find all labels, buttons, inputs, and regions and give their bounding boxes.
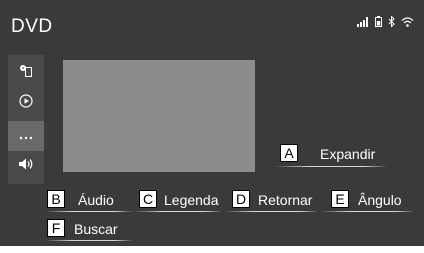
subtitle-button-underline — [136, 211, 222, 212]
battery-icon — [375, 14, 382, 32]
volume-icon — [18, 157, 34, 176]
more-button[interactable] — [8, 121, 44, 151]
page-title: DVD — [11, 16, 53, 37]
dvd-screen: DVD A Expandir B Áudio C Legenda D Retor… — [0, 0, 424, 253]
disc-source-icon — [19, 64, 33, 83]
back-button[interactable]: Retornar — [258, 192, 312, 208]
bottom-margin — [0, 246, 424, 253]
expand-button-underline — [276, 166, 386, 167]
callout-f: F — [47, 219, 65, 237]
expand-button[interactable]: Expandir — [320, 146, 375, 162]
search-button[interactable]: Buscar — [74, 221, 118, 237]
angle-button-underline — [322, 211, 414, 212]
audio-button-underline — [47, 211, 132, 212]
callout-c: C — [139, 190, 157, 208]
more-icon — [19, 127, 33, 145]
video-display[interactable] — [63, 60, 255, 172]
subtitle-button[interactable]: Legenda — [164, 192, 219, 208]
audio-button[interactable]: Áudio — [78, 192, 114, 208]
bluetooth-icon — [388, 14, 395, 32]
callout-d: D — [232, 190, 250, 208]
angle-button[interactable]: Ângulo — [358, 192, 402, 208]
signal-icon — [357, 14, 369, 32]
wifi-icon — [401, 14, 414, 32]
play-button[interactable] — [8, 88, 44, 118]
volume-button[interactable] — [8, 151, 44, 181]
play-icon — [19, 93, 33, 113]
status-bar — [357, 14, 414, 32]
disc-source-button[interactable] — [8, 58, 44, 88]
callout-e: E — [331, 190, 349, 208]
back-button-underline — [226, 211, 318, 212]
callout-a: A — [280, 144, 298, 162]
search-button-underline — [47, 240, 132, 241]
callout-b: B — [47, 190, 65, 208]
